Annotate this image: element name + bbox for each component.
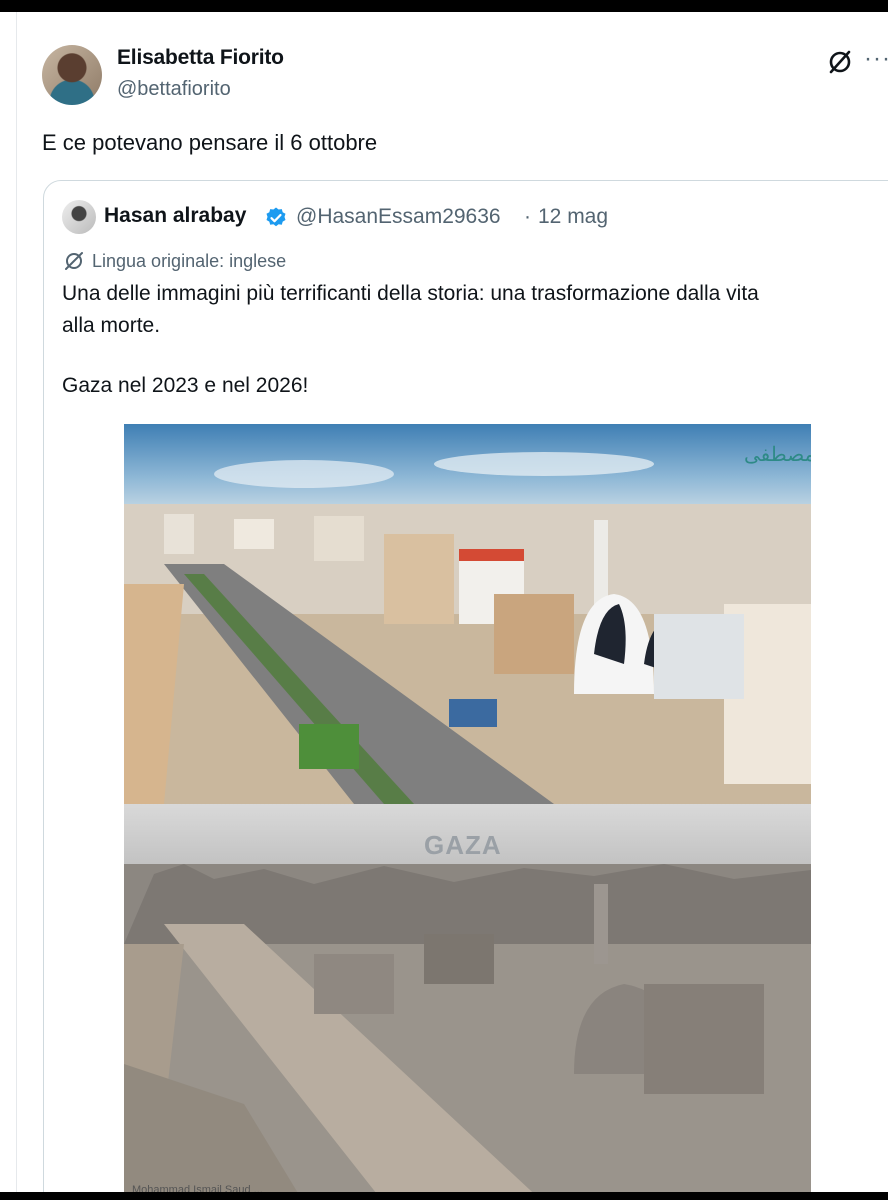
verified-badge-icon: [266, 207, 286, 227]
quoted-post-date[interactable]: 12 mag: [538, 205, 608, 229]
image-overlay-label: GAZA: [424, 830, 502, 860]
quoted-author-name[interactable]: Hasan alrabay: [104, 204, 246, 228]
post-text: E ce potevano pensare il 6 ottobre: [42, 130, 378, 155]
quoted-text-line: Gaza nel 2023 e nel 2026!: [62, 374, 309, 397]
phone-frame: Elisabetta Fiorito @bettafiorito ··· E c…: [0, 0, 888, 1200]
author-handle[interactable]: @bettafiorito: [117, 78, 231, 101]
post-screen: Elisabetta Fiorito @bettafiorito ··· E c…: [0, 12, 888, 1192]
image-watermark: مصطفى: [744, 442, 811, 466]
city-before-photo: [124, 424, 811, 804]
image-credit: Mohammad Ismail Saud ...: [132, 1184, 263, 1192]
meta-separator: ·: [524, 205, 531, 228]
quoted-author-avatar[interactable]: [62, 200, 96, 234]
quoted-text-line: alla morte.: [62, 314, 161, 337]
quoted-post-image[interactable]: GAZA Mohammad Ismail Saud ... مصطفى: [124, 424, 811, 1192]
translate-icon: [65, 252, 83, 270]
author-avatar[interactable]: [42, 45, 102, 105]
author-display-name[interactable]: Elisabetta Fiorito: [117, 46, 284, 70]
quoted-author-handle[interactable]: @HasanEssam29636: [296, 205, 501, 229]
more-options-icon[interactable]: ···: [864, 45, 888, 75]
quoted-text-line: Una delle immagini più terrificanti dell…: [62, 282, 759, 305]
translation-note[interactable]: Lingua originale: inglese: [92, 251, 286, 272]
grok-icon[interactable]: [826, 48, 854, 76]
timeline-border: [16, 12, 17, 1192]
city-after-photo: [124, 804, 811, 1192]
